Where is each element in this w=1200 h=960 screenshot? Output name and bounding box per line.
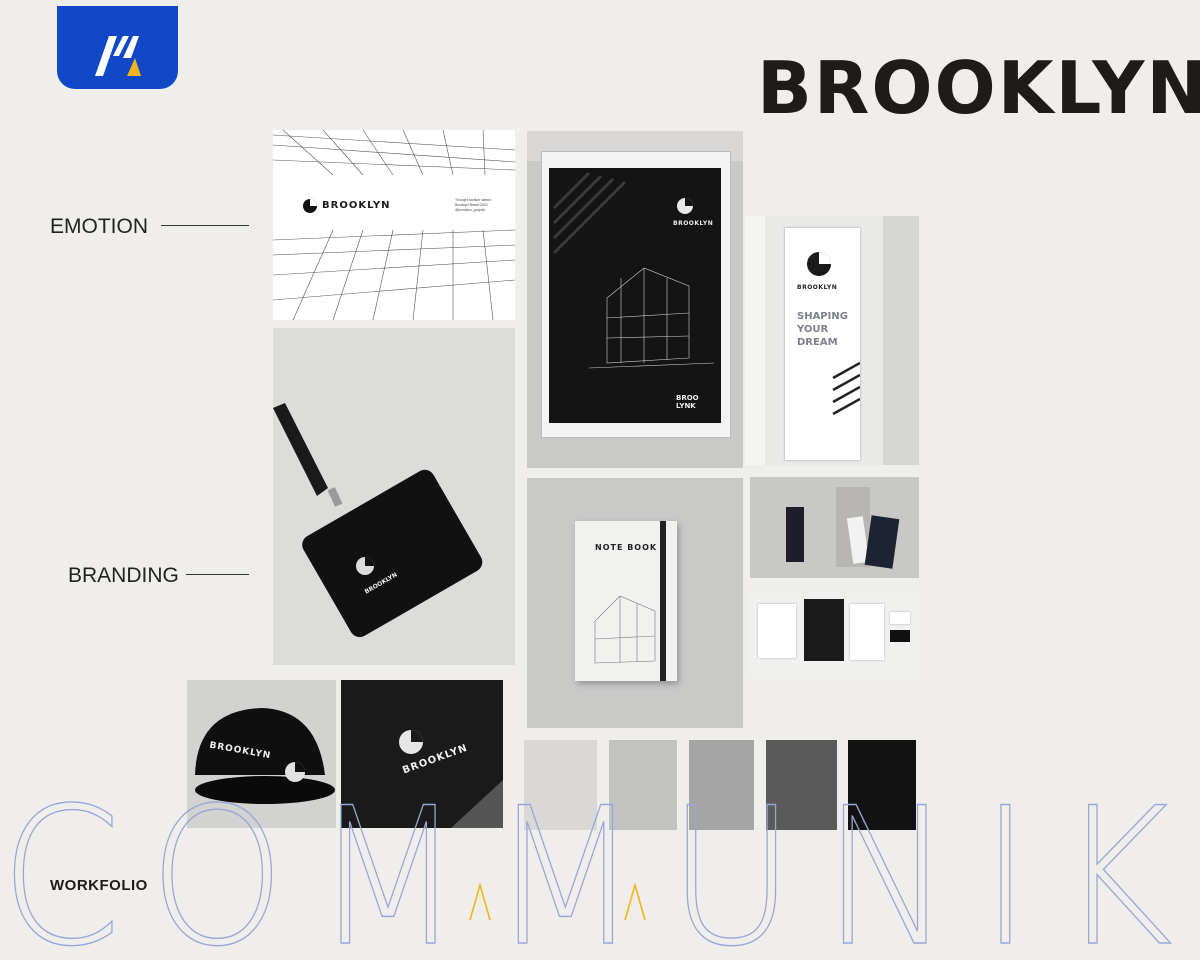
communik-watermark: COMMUNIK xyxy=(0,785,1200,960)
banner-slogan-2: YOUR xyxy=(797,324,829,335)
poster-brand-short-1: BROO xyxy=(676,394,699,402)
banner-background-column xyxy=(745,216,765,465)
banner-slogan-3: DREAM xyxy=(797,337,838,348)
sketch-card-tagline-3: @brooklyn_graphic xyxy=(455,208,486,212)
sketch-card-mockup: BROOKLYN Thought scratch sketch Brooklyn… xyxy=(273,130,515,320)
notebook-band xyxy=(660,521,666,681)
poster-brand: BROOKLYN xyxy=(673,220,714,227)
banner-sheet: BROOKLYN SHAPING YOUR DREAM xyxy=(785,228,861,460)
brand-logo xyxy=(57,6,178,89)
stationery-stack-mockup xyxy=(750,477,919,578)
sketch-card-brand: BROOKLYN xyxy=(322,200,391,211)
business-card-2 xyxy=(890,630,910,642)
banner-brand: BROOKLYN xyxy=(797,284,838,291)
branding-divider xyxy=(186,574,249,575)
banner-slogan-1: SHAPING xyxy=(797,311,848,322)
notebook-title: NOTE BOOK xyxy=(595,543,658,552)
letterhead-set-mockup xyxy=(750,590,919,678)
business-card-1 xyxy=(890,612,910,624)
sketch-card-tagline: Thought scratch sketch Brooklyn Brand 20… xyxy=(455,198,491,213)
emotion-label: EMOTION xyxy=(50,215,148,238)
poster-sheet: BROOKLYN BROO LYNK xyxy=(549,168,721,423)
stationery-item-1 xyxy=(786,507,804,562)
watermark-text: COMMUNIK xyxy=(0,785,1200,960)
workfolio-label: WORKFOLIO xyxy=(50,877,148,894)
architecture-sketch-image xyxy=(273,130,515,320)
lanyard-graphic xyxy=(273,403,483,638)
id-badge-mockup: BROOKLYN xyxy=(273,328,515,665)
branding-label: BRANDING xyxy=(68,564,179,587)
notebook-mockup: NOTE BOOK xyxy=(527,478,743,728)
letterhead-sheet-2 xyxy=(804,599,844,661)
letterhead-sheet-3 xyxy=(850,604,884,660)
banner-background-wall xyxy=(883,216,919,465)
rollup-banner-mockup: BROOKLYN SHAPING YOUR DREAM xyxy=(745,216,919,465)
poster-house-sketch xyxy=(552,171,715,369)
emotion-divider xyxy=(161,225,249,226)
banner-slogan: SHAPING YOUR DREAM xyxy=(797,310,848,349)
mk-logo-icon xyxy=(95,36,141,76)
letterhead-sheet-1 xyxy=(758,604,796,658)
poster-brand-short-2: LYNK xyxy=(676,402,696,410)
stationery-item-4 xyxy=(864,515,900,569)
poster-mockup: BROOKLYN BROO LYNK xyxy=(527,131,743,468)
page-title: BROOKLYN xyxy=(757,46,1200,130)
poster-brand-short: BROO LYNK xyxy=(676,394,699,410)
